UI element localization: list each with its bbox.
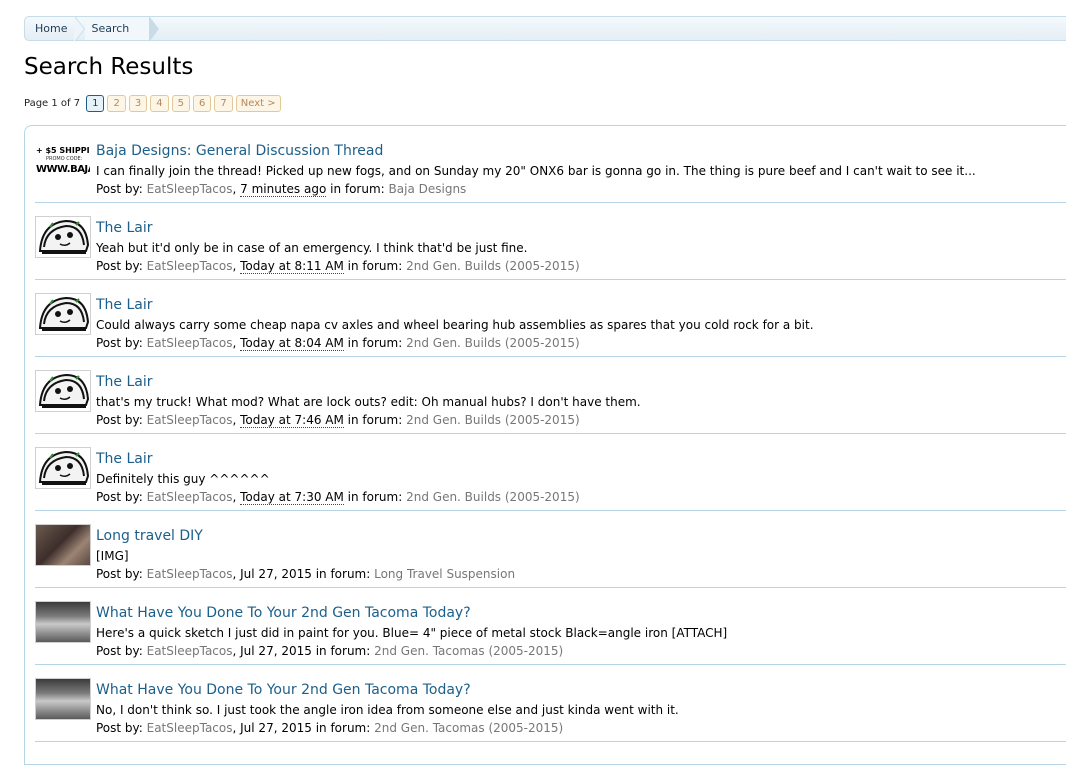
forum-link[interactable]: 2nd Gen. Builds (2005-2015)	[406, 490, 580, 504]
result-meta: Post by: EatSleepTacos, 7 minutes ago in…	[96, 182, 467, 197]
result-title-link[interactable]: Long travel DIY	[96, 528, 203, 544]
thumb-text-line: + $5 SHIPPING	[36, 146, 90, 155]
post-by-label: Post by:	[96, 336, 147, 350]
username-link[interactable]: EatSleepTacos	[147, 490, 233, 504]
result-title-link[interactable]: The Lair	[96, 451, 153, 467]
post-by-label: Post by:	[96, 490, 147, 504]
page-title: Search Results	[24, 54, 194, 80]
in-forum-label: in forum:	[311, 644, 375, 658]
result-title-link[interactable]: What Have You Done To Your 2nd Gen Tacom…	[96, 682, 471, 698]
post-by-label: Post by:	[96, 413, 147, 427]
search-result-item: Long travel DIY [IMG] Post by: EatSleepTac…	[35, 511, 1066, 588]
result-title-link[interactable]: The Lair	[96, 220, 153, 236]
taco-avatar[interactable]	[35, 216, 91, 258]
result-meta: Post by: EatSleepTacos, Jul 27, 2015 in …	[96, 644, 564, 658]
post-by-label: Post by:	[96, 182, 147, 196]
search-result-item: What Have You Done To Your 2nd Gen Tacom…	[35, 665, 1066, 742]
breadcrumb: Home Search	[24, 16, 1066, 42]
post-date[interactable]: Today at 8:11 AM	[240, 259, 344, 274]
username-link[interactable]: EatSleepTacos	[147, 567, 233, 581]
result-snippet: Yeah but it'd only be in case of an emer…	[96, 241, 528, 255]
result-title-link[interactable]: The Lair	[96, 297, 153, 313]
post-date[interactable]: 7 minutes ago	[240, 182, 327, 197]
result-snippet: Definitely this guy ^^^^^^	[96, 472, 270, 486]
post-date[interactable]: Jul 27, 2015	[240, 721, 312, 735]
search-result-item: The Lair Definitely this guy ^^^^^^ Post b…	[35, 434, 1066, 511]
forum-link[interactable]: 2nd Gen. Builds (2005-2015)	[406, 336, 580, 350]
result-snippet: No, I don't think so. I just took the an…	[96, 703, 679, 717]
photo-thumbnail[interactable]	[35, 524, 91, 566]
engine-photo-thumbnail[interactable]	[35, 678, 91, 720]
search-result-item: The Lair Yeah but it'd only be in case of…	[35, 203, 1066, 280]
page-link-2[interactable]: 2	[107, 95, 126, 112]
next-page-link[interactable]: Next >	[235, 95, 281, 112]
in-forum-label: in forum:	[343, 490, 407, 504]
breadcrumb-current[interactable]: Search	[85, 16, 160, 42]
in-forum-label: in forum:	[326, 182, 389, 196]
taco-avatar[interactable]	[35, 447, 91, 489]
result-snippet: [IMG]	[96, 549, 129, 563]
post-date[interactable]: Today at 7:30 AM	[240, 490, 344, 505]
forum-link[interactable]: Long Travel Suspension	[374, 567, 515, 581]
post-by-label: Post by:	[96, 259, 147, 273]
engine-photo-thumbnail[interactable]	[35, 601, 91, 643]
forum-link[interactable]: Baja Designs	[389, 182, 467, 196]
page-link-7[interactable]: 7	[214, 95, 233, 112]
search-result-item: What Have You Done To Your 2nd Gen Tacom…	[35, 588, 1066, 665]
search-results-list: + $5 SHIPPING PROMO CODE: WWW.BAJADES Baj…	[24, 125, 1066, 765]
forum-link[interactable]: 2nd Gen. Tacomas (2005-2015)	[374, 644, 563, 658]
result-title-link[interactable]: What Have You Done To Your 2nd Gen Tacom…	[96, 605, 471, 621]
search-result-item: The Lair Could always carry some cheap na…	[35, 280, 1066, 357]
post-date[interactable]: Jul 27, 2015	[240, 567, 312, 581]
taco-avatar[interactable]	[35, 370, 91, 412]
username-link[interactable]: EatSleepTacos	[147, 721, 233, 735]
taco-avatar[interactable]	[35, 293, 91, 335]
post-date[interactable]: Jul 27, 2015	[240, 644, 312, 658]
forum-link[interactable]: 2nd Gen. Builds (2005-2015)	[406, 259, 580, 273]
result-meta: Post by: EatSleepTacos, Jul 27, 2015 in …	[96, 721, 564, 735]
baja-designs-thumbnail[interactable]: + $5 SHIPPING PROMO CODE: WWW.BAJADES	[35, 139, 91, 181]
result-title-link[interactable]: The Lair	[96, 374, 153, 390]
page-count-label: Page 1 of 7	[24, 98, 81, 109]
forum-link[interactable]: 2nd Gen. Tacomas (2005-2015)	[374, 721, 563, 735]
page-link-4[interactable]: 4	[150, 95, 169, 112]
result-meta: Post by: EatSleepTacos, Today at 8:04 AM…	[96, 336, 580, 351]
in-forum-label: in forum:	[311, 567, 375, 581]
page-link-1[interactable]: 1	[86, 95, 105, 112]
username-link[interactable]: EatSleepTacos	[147, 182, 233, 196]
username-link[interactable]: EatSleepTacos	[147, 644, 233, 658]
result-snippet: that's my truck! What mod? What are lock…	[96, 395, 641, 409]
page-navigation: Page 1 of 7 1 2 3 4 5 6 7 Next >	[24, 95, 281, 112]
post-date[interactable]: Today at 8:04 AM	[240, 336, 344, 351]
result-snippet: Here's a quick sketch I just did in pain…	[96, 626, 728, 640]
forum-link[interactable]: 2nd Gen. Builds (2005-2015)	[406, 413, 580, 427]
username-link[interactable]: EatSleepTacos	[147, 336, 233, 350]
thumb-text-line: PROMO CODE:	[46, 156, 83, 162]
search-result-item: The Lair that's my truck! What mod? What …	[35, 357, 1066, 434]
post-date[interactable]: Today at 7:46 AM	[240, 413, 344, 428]
in-forum-label: in forum:	[343, 413, 407, 427]
result-meta: Post by: EatSleepTacos, Jul 27, 2015 in …	[96, 567, 516, 581]
breadcrumb-home-link[interactable]: Home	[25, 16, 86, 42]
in-forum-label: in forum:	[343, 259, 407, 273]
in-forum-label: in forum:	[343, 336, 407, 350]
search-results-page: Home Search Search Results Page 1 of 7 1…	[0, 0, 1066, 765]
result-snippet: Could always carry some cheap napa cv ax…	[96, 318, 814, 332]
page-link-5[interactable]: 5	[171, 95, 190, 112]
page-link-3[interactable]: 3	[128, 95, 148, 112]
result-meta: Post by: EatSleepTacos, Today at 7:46 AM…	[96, 413, 580, 428]
thumb-text-line: WWW.BAJADES	[36, 164, 90, 175]
username-link[interactable]: EatSleepTacos	[147, 413, 233, 427]
post-by-label: Post by:	[96, 567, 147, 581]
result-snippet: I can finally join the thread! Picked up…	[96, 164, 976, 178]
username-link[interactable]: EatSleepTacos	[147, 259, 233, 273]
result-meta: Post by: EatSleepTacos, Today at 8:11 AM…	[96, 259, 580, 274]
page-link-6[interactable]: 6	[192, 95, 212, 112]
result-title-link[interactable]: Baja Designs: General Discussion Thread	[96, 143, 383, 159]
post-by-label: Post by:	[96, 721, 147, 735]
search-result-item: + $5 SHIPPING PROMO CODE: WWW.BAJADES Baj…	[35, 126, 1066, 203]
in-forum-label: in forum:	[311, 721, 375, 735]
result-meta: Post by: EatSleepTacos, Today at 7:30 AM…	[96, 490, 580, 505]
post-by-label: Post by:	[96, 644, 147, 658]
